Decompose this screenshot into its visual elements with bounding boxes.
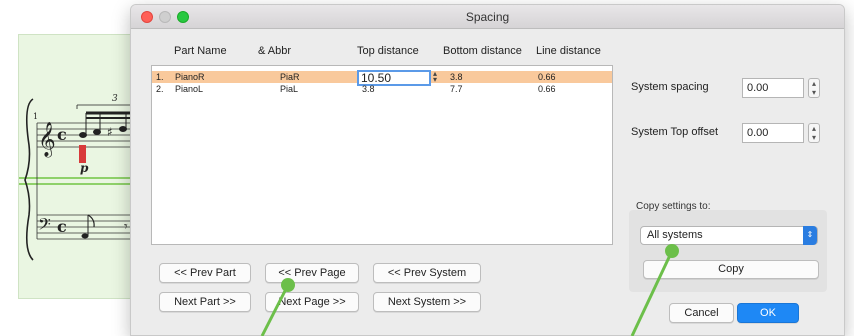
prev-system-button[interactable]: << Prev System (373, 263, 481, 283)
row-bottom-distance: 3.8 (450, 72, 463, 82)
svg-text:𝄢: 𝄢 (38, 214, 51, 238)
tuplet-number: 3 (112, 94, 118, 104)
header-part-name: Part Name (174, 45, 227, 57)
row-part-name: PianoL (175, 84, 204, 94)
system-top-offset-input[interactable]: 0.00 (742, 123, 804, 143)
row-line-distance: 0.66 (538, 72, 556, 82)
row-index: 1. (156, 72, 164, 82)
header-bottom-distance: Bottom distance (443, 45, 522, 57)
header-line-distance: Line distance (536, 45, 601, 57)
row-abbr: PiaL (280, 84, 299, 94)
row-index: 2. (156, 84, 164, 94)
svg-text:𝄾: 𝄾 (124, 219, 128, 235)
top-distance-stepper[interactable]: ▴ ▾ (433, 70, 440, 84)
next-page-button[interactable]: Next Page >> (265, 292, 359, 312)
copy-target-value: All systems (647, 229, 703, 241)
row-part-name: PianoR (175, 72, 205, 82)
copy-settings-label: Copy settings to: (636, 201, 711, 212)
row-bottom-distance: 7.7 (450, 84, 463, 94)
system-top-offset-stepper[interactable]: ▴ ▾ (808, 123, 820, 143)
copy-button[interactable]: Copy (643, 260, 819, 279)
prev-part-button[interactable]: << Prev Part (159, 263, 251, 283)
system-spacing-input[interactable]: 0.00 (742, 78, 804, 98)
header-abbr: & Abbr (258, 45, 292, 57)
next-system-button[interactable]: Next System >> (373, 292, 481, 312)
svg-text:1: 1 (33, 112, 38, 121)
dynamic-marking: p (80, 161, 89, 175)
copy-settings-group (629, 210, 827, 292)
svg-text:𝄞: 𝄞 (38, 122, 56, 158)
title-bar[interactable]: Spacing (131, 5, 844, 29)
row-abbr: PiaR (280, 72, 300, 82)
system-spacing-stepper[interactable]: ▴ ▾ (808, 78, 820, 98)
parts-table[interactable]: 1. PianoR PiaR 10.50 ▴ ▾ 3.8 0.66 2. Pian… (151, 65, 613, 245)
system-top-offset-label: System Top offset (631, 126, 719, 138)
table-header: Part Name & Abbr Top distance Bottom dis… (131, 45, 611, 61)
table-row[interactable]: 1. PianoR PiaR 10.50 ▴ ▾ 3.8 0.66 (152, 70, 612, 86)
cancel-button[interactable]: Cancel (669, 303, 734, 323)
svg-text:c: c (57, 217, 67, 236)
ok-button[interactable]: OK (737, 303, 799, 323)
copy-target-select[interactable]: All systems ⇕ (640, 226, 818, 245)
select-arrows-icon: ⇕ (803, 226, 817, 245)
header-top-distance: Top distance (357, 45, 419, 57)
svg-text:♯: ♯ (107, 125, 113, 139)
spacing-dialog: Spacing Part Name & Abbr Top distance Bo… (130, 4, 845, 336)
dialog-title: Spacing (465, 10, 510, 24)
next-part-button[interactable]: Next Part >> (159, 292, 251, 312)
svg-text:c: c (57, 125, 67, 144)
row-line-distance: 0.66 (538, 84, 556, 94)
table-row[interactable]: 2. PianoL PiaL 3.8 7.7 0.66 (152, 83, 612, 95)
row-top-distance: 3.8 (362, 84, 375, 94)
prev-page-button[interactable]: << Prev Page (265, 263, 359, 283)
system-spacing-label: System spacing (631, 81, 709, 93)
